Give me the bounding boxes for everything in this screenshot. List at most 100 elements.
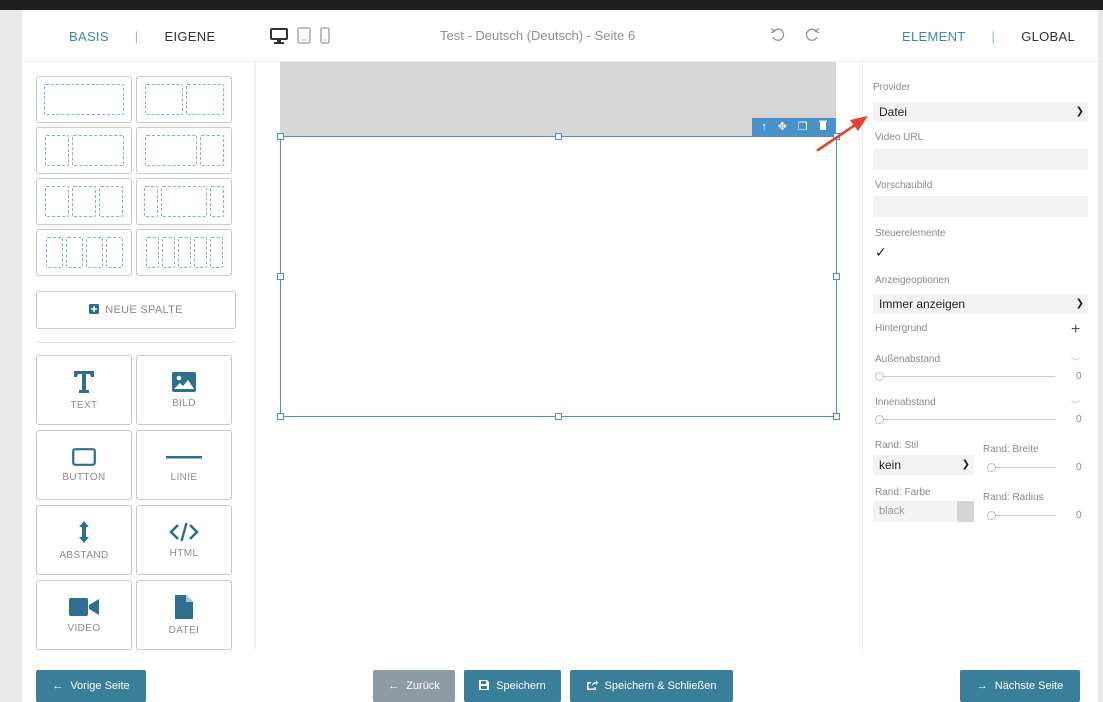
save-button[interactable]: Speichern — [464, 670, 561, 702]
padding-slider[interactable] — [875, 415, 1055, 424]
layout-cell — [105, 237, 123, 268]
next-page-button[interactable]: → Nächste Seite — [960, 670, 1080, 702]
controls-label: Steuerelemente — [875, 228, 946, 239]
tab-separator: | — [991, 28, 996, 44]
chevron-down-icon: ❯ — [1075, 298, 1084, 309]
slider-knob[interactable] — [987, 511, 996, 520]
resize-handle[interactable] — [277, 273, 284, 280]
desktop-icon[interactable] — [270, 27, 288, 49]
tab-basis[interactable]: BASIS — [67, 29, 111, 44]
add-background-button[interactable]: + — [1071, 321, 1080, 339]
layout-1-column[interactable] — [36, 76, 132, 123]
element-image[interactable]: BILD — [136, 355, 232, 425]
left-gutter — [0, 10, 22, 702]
element-spacer[interactable]: ABSTAND — [36, 505, 132, 575]
vertical-arrows-icon — [77, 520, 91, 544]
layout-5-columns[interactable] — [136, 229, 232, 276]
arrow-up-icon[interactable]: ↑ — [761, 118, 767, 136]
new-column-button[interactable]: NEUE SPALTE — [36, 291, 236, 329]
chevron-down-icon[interactable]: ﹀ — [1071, 355, 1080, 368]
element-video[interactable]: VIDEO — [36, 580, 132, 650]
element-html[interactable]: HTML — [136, 505, 232, 575]
save-and-close-label: Speichern & Schließen — [604, 680, 717, 692]
border-color-swatch[interactable] — [957, 501, 974, 522]
layout-cell — [160, 186, 208, 217]
resize-handle[interactable] — [833, 133, 840, 140]
layout-1-4-2-4-1-4[interactable] — [136, 178, 232, 225]
element-label: ABSTAND — [59, 549, 109, 561]
resize-handle[interactable] — [277, 133, 284, 140]
plus-square-icon — [89, 303, 100, 317]
provider-label: Provider — [873, 82, 911, 93]
page-builder-app: BASIS | EIGENE Test - Deutsch (Deutsch) … — [22, 10, 1098, 702]
undo-icon[interactable] — [770, 26, 786, 47]
preview-image-label: Vorschaubild — [875, 180, 933, 191]
element-toolbar: ↑ ✥ ❐ — [752, 118, 836, 136]
element-text[interactable]: TEXT — [36, 355, 132, 425]
selected-video-element[interactable] — [277, 133, 840, 420]
layout-4-columns[interactable] — [36, 229, 132, 276]
video-url-input[interactable] — [873, 149, 1088, 170]
border-width-label: Rand: Breite — [983, 444, 1039, 455]
resize-handle[interactable] — [833, 273, 840, 280]
slider-knob[interactable] — [875, 415, 884, 424]
resize-handle[interactable] — [555, 413, 562, 420]
layout-2-columns[interactable] — [136, 76, 232, 123]
slider-knob[interactable] — [875, 372, 884, 381]
file-icon — [175, 594, 193, 619]
element-label: VIDEO — [67, 622, 101, 634]
chevron-down-icon[interactable]: ﹀ — [1071, 398, 1080, 411]
arrow-left-icon: ← — [388, 680, 400, 692]
display-options-select[interactable]: Immer anzeigen ❯ — [873, 294, 1088, 314]
resize-handle[interactable] — [277, 413, 284, 420]
header-bar: BASIS | EIGENE Test - Deutsch (Deutsch) … — [22, 10, 1098, 62]
save-and-close-button[interactable]: Speichern & Schließen — [570, 670, 733, 702]
window-top-strip — [0, 0, 1103, 10]
layout-cell — [44, 84, 124, 115]
element-button[interactable]: BUTTON — [36, 430, 132, 500]
back-button[interactable]: ← Zurück — [373, 670, 455, 702]
margin-label: Außenabstand — [875, 354, 941, 365]
provider-value: Datei — [879, 105, 908, 119]
controls-checkbox[interactable]: ✓ — [875, 244, 887, 261]
chevron-down-icon: ❯ — [961, 459, 970, 470]
tab-eigene[interactable]: EIGENE — [162, 29, 217, 44]
provider-select[interactable]: Datei ❯ — [873, 102, 1088, 122]
padding-label: Innenabstand — [875, 397, 936, 408]
tablet-icon[interactable] — [297, 27, 311, 49]
delete-icon[interactable] — [818, 118, 827, 136]
element-file[interactable]: DATEI — [136, 580, 232, 650]
display-options-label: Anzeigeoptionen — [875, 275, 950, 286]
preview-image-input[interactable] — [873, 196, 1088, 217]
layout-cell — [177, 237, 191, 268]
layout-1-3-2-3[interactable] — [36, 127, 132, 174]
layout-cell — [99, 186, 123, 217]
right-tabset: ELEMENT | GLOBAL — [900, 10, 1077, 62]
properties-panel: Provider Datei ❯ Video URL Vorschaubild … — [862, 62, 1098, 650]
copy-icon[interactable]: ❐ — [798, 118, 808, 136]
layout-cell — [65, 237, 83, 268]
mobile-icon[interactable] — [320, 27, 330, 49]
tab-element[interactable]: ELEMENT — [900, 29, 968, 44]
display-options-value: Immer anzeigen — [879, 297, 966, 311]
editor-canvas: ↑ ✥ ❐ — [256, 62, 862, 650]
margin-slider[interactable] — [875, 372, 1055, 381]
layout-3-columns[interactable] — [36, 178, 132, 225]
tab-global[interactable]: GLOBAL — [1019, 29, 1077, 44]
move-icon[interactable]: ✥ — [778, 118, 787, 136]
previous-page-button[interactable]: ← Vorige Seite — [36, 670, 146, 702]
slider-track — [875, 419, 1055, 420]
layout-2-3-1-3[interactable] — [136, 127, 232, 174]
resize-handle[interactable] — [555, 133, 562, 140]
share-icon — [586, 679, 598, 693]
border-color-input[interactable]: black — [873, 501, 960, 522]
border-radius-slider[interactable] — [987, 511, 1055, 520]
border-width-slider[interactable] — [987, 463, 1055, 472]
redo-icon[interactable] — [804, 26, 820, 47]
element-line[interactable]: LINIE — [136, 430, 232, 500]
previous-page-label: Vorige Seite — [70, 680, 130, 692]
layout-cell — [144, 84, 183, 115]
resize-handle[interactable] — [833, 413, 840, 420]
border-style-select[interactable]: kein ❯ — [873, 455, 974, 475]
slider-knob[interactable] — [987, 463, 996, 472]
